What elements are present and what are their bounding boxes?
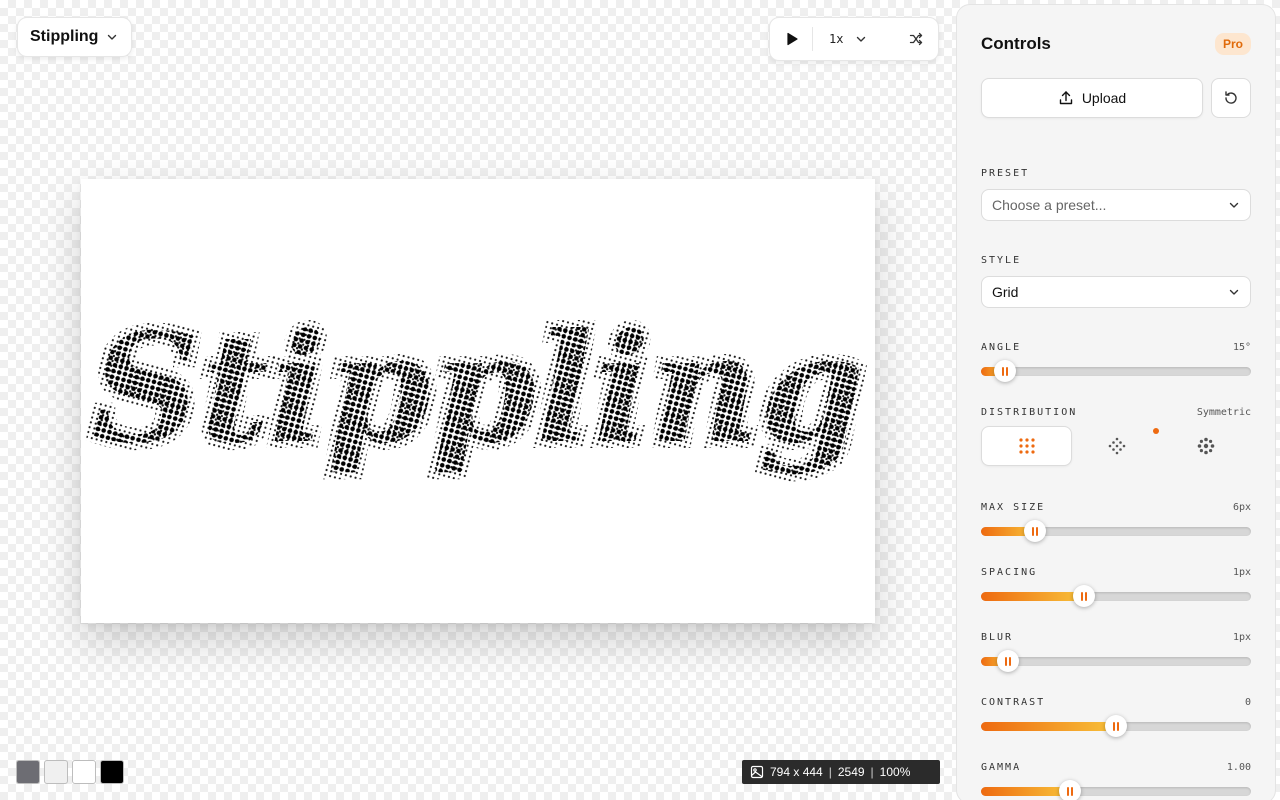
radial-dots-icon bbox=[1198, 437, 1215, 455]
gamma-slider-thumb[interactable] bbox=[1059, 780, 1082, 800]
gamma-section: GAMMA 1.00 bbox=[981, 762, 1251, 800]
background-swatches bbox=[16, 760, 124, 784]
upload-label: Upload bbox=[1081, 90, 1127, 106]
stipple-text: Stippling bbox=[92, 301, 864, 477]
zoom-level: 100% bbox=[879, 765, 911, 779]
app-menu-button[interactable]: Stippling bbox=[17, 17, 132, 57]
gamma-value: 1.00 bbox=[1226, 762, 1251, 773]
angle-section: ANGLE 15° bbox=[981, 342, 1251, 382]
diamond-dots-icon bbox=[1108, 437, 1126, 455]
spacing-slider[interactable] bbox=[981, 585, 1251, 607]
blur-slider-thumb[interactable] bbox=[997, 650, 1019, 672]
spacing-label: SPACING bbox=[981, 567, 1038, 578]
image-canvas[interactable]: Stippling Stippling bbox=[81, 179, 875, 623]
image-icon bbox=[750, 765, 764, 779]
distribution-diamond-button[interactable] bbox=[1072, 426, 1161, 466]
contrast-label: CONTRAST bbox=[981, 697, 1046, 708]
playback-toolbar: 1x bbox=[769, 17, 939, 61]
image-info-bar: 794 x 444 | 2549 | 100% bbox=[742, 760, 940, 784]
gamma-slider[interactable] bbox=[981, 780, 1251, 800]
shuffle-button[interactable] bbox=[904, 24, 928, 54]
play-icon bbox=[787, 32, 798, 46]
panel-header: Controls Pro bbox=[981, 33, 1251, 55]
speed-dropdown-button[interactable] bbox=[851, 24, 871, 54]
gamma-label: GAMMA bbox=[981, 762, 1022, 773]
style-label: STYLE bbox=[981, 255, 1022, 266]
preset-section: PRESET Choose a preset... bbox=[981, 168, 1251, 221]
pro-badge: Pro bbox=[1214, 33, 1251, 55]
preset-placeholder: Choose a preset... bbox=[992, 197, 1107, 213]
chevron-down-icon bbox=[1229, 289, 1239, 295]
blur-slider[interactable] bbox=[981, 650, 1251, 672]
distribution-radial-button[interactable] bbox=[1162, 426, 1251, 466]
spacing-slider-thumb[interactable] bbox=[1072, 585, 1095, 607]
angle-slider-thumb[interactable] bbox=[994, 360, 1017, 382]
angle-label: ANGLE bbox=[981, 342, 1022, 353]
upload-icon bbox=[1059, 91, 1073, 105]
reset-icon bbox=[1225, 91, 1237, 104]
contrast-value: 0 bbox=[1244, 697, 1251, 708]
distribution-section: DISTRIBUTION Symmetric bbox=[981, 407, 1251, 466]
blur-value: 1px bbox=[1232, 632, 1251, 643]
max-size-slider[interactable] bbox=[981, 520, 1251, 542]
style-select[interactable]: Grid bbox=[981, 276, 1251, 308]
max-size-value: 6px bbox=[1232, 502, 1251, 513]
app-title: Stippling bbox=[30, 28, 99, 45]
spacing-value: 1px bbox=[1232, 567, 1251, 578]
max-size-label: MAX SIZE bbox=[981, 502, 1046, 513]
upload-button[interactable]: Upload bbox=[981, 78, 1203, 118]
reset-button[interactable] bbox=[1211, 78, 1251, 118]
controls-panel: Controls Pro Upload PRESET Choose a pres… bbox=[956, 4, 1276, 800]
angle-slider[interactable] bbox=[981, 360, 1251, 382]
contrast-section: CONTRAST 0 bbox=[981, 697, 1251, 737]
swatch-white[interactable] bbox=[72, 760, 96, 784]
swatch-black[interactable] bbox=[100, 760, 124, 784]
divider bbox=[812, 27, 813, 51]
stipple-preview: Stippling Stippling bbox=[85, 294, 871, 484]
max-size-section: MAX SIZE 6px bbox=[981, 502, 1251, 542]
angle-value: 15° bbox=[1232, 342, 1251, 353]
spacing-section: SPACING 1px bbox=[981, 567, 1251, 607]
chevron-down-icon bbox=[1229, 202, 1239, 208]
dot-count: 2549 bbox=[837, 765, 865, 779]
blur-label: BLUR bbox=[981, 632, 1014, 643]
swatch-gray[interactable] bbox=[16, 760, 40, 784]
image-dimensions: 794 x 444 bbox=[770, 765, 823, 779]
max-size-slider-thumb[interactable] bbox=[1024, 520, 1046, 542]
preset-label: PRESET bbox=[981, 168, 1030, 179]
play-button[interactable] bbox=[780, 24, 804, 54]
preset-select[interactable]: Choose a preset... bbox=[981, 189, 1251, 221]
indicator-dot bbox=[1153, 428, 1159, 434]
shuffle-icon bbox=[909, 32, 923, 46]
contrast-slider[interactable] bbox=[981, 715, 1251, 737]
grid-dots-icon bbox=[1019, 438, 1035, 454]
panel-title: Controls bbox=[981, 34, 1051, 53]
distribution-label: DISTRIBUTION bbox=[981, 407, 1078, 418]
blur-section: BLUR 1px bbox=[981, 632, 1251, 672]
distribution-value: Symmetric bbox=[1196, 407, 1251, 418]
chevron-down-icon bbox=[857, 36, 866, 42]
swatch-light-gray[interactable] bbox=[44, 760, 68, 784]
upload-row: Upload bbox=[981, 78, 1251, 118]
distribution-options bbox=[981, 426, 1251, 466]
style-value: Grid bbox=[992, 284, 1019, 300]
distribution-symmetric-button[interactable] bbox=[981, 426, 1073, 466]
chevron-down-icon bbox=[108, 34, 117, 40]
style-section: STYLE Grid bbox=[981, 255, 1251, 308]
speed-select[interactable]: 1x bbox=[821, 24, 851, 54]
contrast-slider-thumb[interactable] bbox=[1105, 715, 1127, 737]
